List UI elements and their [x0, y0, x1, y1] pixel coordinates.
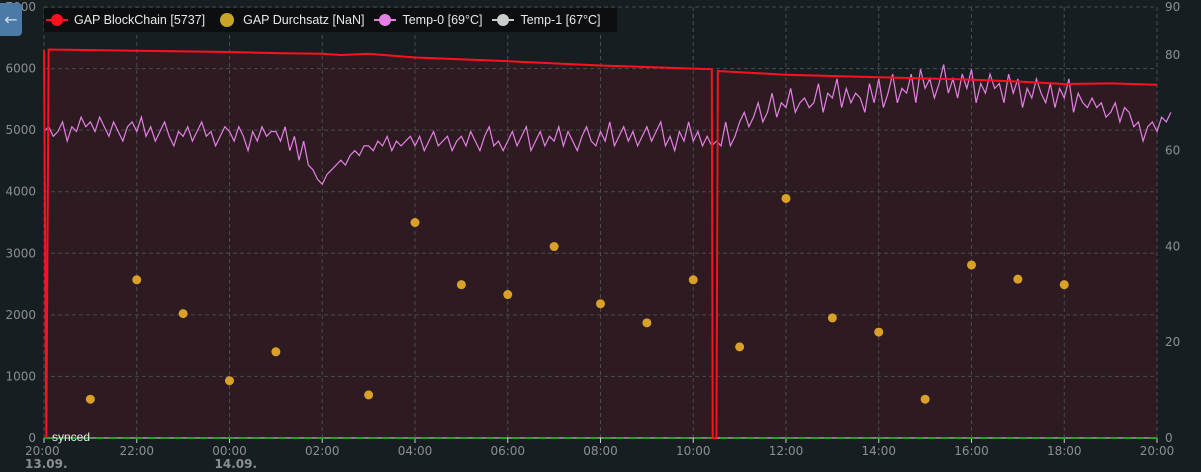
x-tick-label: 08:00 — [583, 444, 618, 458]
y-left-tick-label: 5000 — [5, 123, 36, 137]
durchsatz-point — [178, 309, 188, 319]
x-tick-label: 18:00 — [1047, 444, 1082, 458]
y-right-tick-label: 20 — [1165, 335, 1180, 349]
line-dot-icon — [46, 14, 68, 26]
legend-item-temp-0[interactable]: Temp-0 [69°C] — [374, 13, 482, 27]
durchsatz-point — [456, 280, 466, 290]
x-tick-label: 10:00 — [676, 444, 711, 458]
y-left-tick-label: 2000 — [5, 308, 36, 322]
durchsatz-point — [549, 242, 559, 252]
durchsatz-point — [642, 318, 652, 328]
arrow-left-icon: ← — [4, 10, 18, 29]
x-tick-label: 20:00 — [25, 444, 60, 458]
legend-item-blockchain[interactable]: GAP BlockChain [5737] — [46, 13, 205, 27]
durchsatz-point — [827, 313, 837, 323]
durchsatz-point — [781, 193, 791, 203]
line-dot-icon — [374, 14, 397, 26]
legend-label: GAP Durchsatz [NaN] — [243, 13, 365, 27]
y-left-tick-label: 4000 — [5, 185, 36, 199]
x-tick-label: 22:00 — [119, 444, 154, 458]
durchsatz-point — [364, 390, 374, 400]
durchsatz-point — [503, 290, 513, 300]
x-tick-label: 00:00 — [212, 444, 247, 458]
durchsatz-point — [271, 347, 281, 357]
status-label: synced — [52, 430, 91, 444]
dot-icon — [215, 13, 237, 27]
y-right-tick-label: 90 — [1165, 0, 1180, 14]
durchsatz-point — [225, 376, 234, 386]
y-right-tick-label: 0 — [1165, 431, 1173, 445]
legend-label: GAP BlockChain [5737] — [74, 13, 206, 27]
y-left-tick-label: 1000 — [5, 369, 36, 383]
x-tick-label: 06:00 — [490, 444, 525, 458]
durchsatz-point — [920, 394, 930, 404]
x-tick-label: 02:00 — [305, 444, 340, 458]
legend: GAP BlockChain [5737] GAP Durchsatz [NaN… — [44, 8, 617, 32]
durchsatz-point — [688, 275, 698, 285]
legend-item-durchsatz[interactable]: GAP Durchsatz [NaN] — [215, 13, 364, 27]
durchsatz-point — [132, 275, 142, 285]
x-tick-label: 04:00 — [398, 444, 433, 458]
x-tick-date-label: 13.09. — [25, 457, 68, 471]
x-tick-label: 12:00 — [769, 444, 804, 458]
durchsatz-point — [1013, 274, 1023, 284]
y-left-tick-label: 6000 — [5, 62, 36, 76]
back-button[interactable]: ← — [0, 3, 22, 36]
x-tick-label: 16:00 — [954, 444, 989, 458]
x-tick-label: 20:00 — [1140, 444, 1175, 458]
y-left-tick-label: 0 — [28, 431, 36, 445]
durchsatz-point — [874, 327, 884, 337]
legend-label: Temp-1 [67°C] — [520, 13, 601, 27]
durchsatz-point — [85, 394, 95, 404]
durchsatz-point — [967, 260, 976, 270]
y-right-tick-label: 60 — [1165, 144, 1180, 158]
y-right-tick-label: 40 — [1165, 239, 1180, 253]
y-right-tick-label: 80 — [1165, 48, 1180, 62]
durchsatz-point — [596, 299, 605, 309]
legend-label: Temp-0 [69°C] — [402, 13, 483, 27]
legend-item-temp-1[interactable]: Temp-1 [67°C] — [492, 13, 601, 27]
chart: 0100020003000400050006000700002040608090… — [5, 0, 1180, 471]
durchsatz-point — [735, 342, 745, 352]
durchsatz-point — [1059, 280, 1069, 290]
x-tick-label: 14:00 — [861, 444, 896, 458]
y-left-tick-label: 3000 — [5, 246, 36, 260]
line-dot-icon — [492, 14, 515, 26]
x-tick-date-label: 14.09. — [215, 457, 258, 471]
durchsatz-point — [410, 218, 420, 227]
